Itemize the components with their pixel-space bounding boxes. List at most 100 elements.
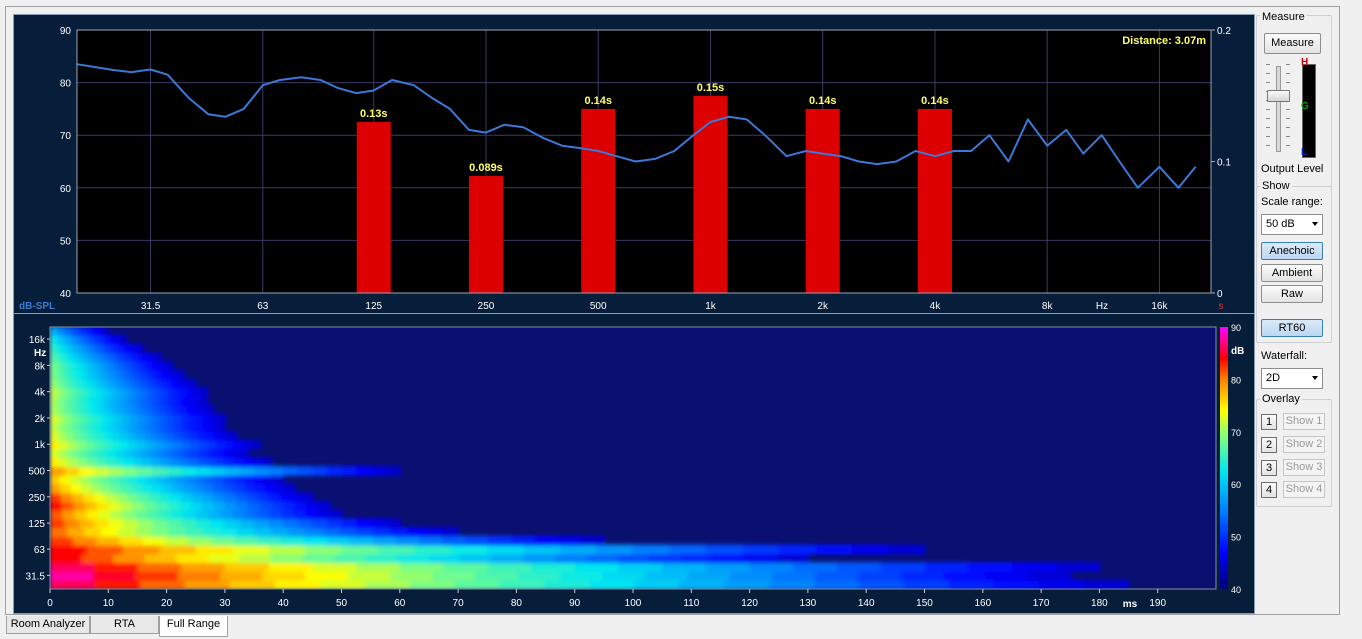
- waterfall-cell: [108, 501, 121, 511]
- waterfall-cell: [170, 492, 183, 503]
- waterfall-cell: [669, 544, 707, 555]
- waterfall-cell: [221, 431, 230, 442]
- waterfall-cell: [176, 553, 209, 564]
- waterfall-cell: [97, 405, 106, 415]
- waterfall-cell: [523, 544, 562, 555]
- waterfall-cell: [111, 405, 120, 415]
- waterfall-cell: [487, 544, 525, 555]
- waterfall-cell: [602, 570, 647, 581]
- waterfall-cell: [184, 579, 231, 589]
- overlay-group-title: Overlay: [1260, 393, 1302, 405]
- waterfall-cell: [172, 483, 184, 494]
- overlay-1-show-button[interactable]: Show 1: [1283, 413, 1325, 430]
- waterfall-cell: [213, 501, 226, 511]
- waterfall-select[interactable]: 2D: [1261, 368, 1323, 389]
- waterfall-cell: [127, 431, 137, 442]
- waterfall-value: 2D: [1266, 372, 1281, 384]
- meter-low-label: L: [1301, 147, 1308, 158]
- anechoic-button[interactable]: Anechoic: [1261, 242, 1323, 260]
- waterfall-cell: [128, 387, 137, 398]
- waterfall-cell: [199, 405, 208, 415]
- waterfall-cell: [232, 509, 246, 520]
- waterfall-cell: [171, 509, 185, 520]
- overlay-3-show-button[interactable]: Show 3: [1283, 459, 1325, 476]
- waterfall-cell: [815, 544, 853, 555]
- waterfall-cell: [256, 509, 270, 520]
- waterfall-cell: [68, 378, 76, 389]
- waterfall-cell: [50, 544, 88, 555]
- waterfall-cell: [108, 413, 117, 424]
- waterfall-cell: [268, 492, 281, 503]
- ambient-button[interactable]: Ambient: [1261, 264, 1323, 282]
- tab-rta[interactable]: RTA: [90, 616, 159, 634]
- waterfall-cell: [189, 440, 200, 450]
- waterfall-xtick-label: 20: [161, 598, 173, 609]
- waterfall-cell: [131, 483, 143, 494]
- waterfall-cell: [181, 466, 197, 476]
- rt60-bar-label: 0.14s: [921, 95, 949, 107]
- waterfall-cell: [419, 535, 444, 546]
- waterfall-xtick-label: 90: [569, 598, 581, 609]
- waterfall-cell: [122, 466, 139, 476]
- waterfall-cell: [292, 509, 307, 520]
- waterfall-cell: [135, 396, 143, 407]
- distance-label: Distance: 3.07m: [1122, 35, 1206, 47]
- waterfall-cell: [306, 501, 320, 511]
- overlay-2-button[interactable]: 2: [1261, 437, 1277, 453]
- waterfall-cell: [903, 579, 950, 589]
- waterfall-cell: [246, 492, 259, 503]
- overlay-4-button[interactable]: 4: [1261, 482, 1277, 498]
- overlay-1-button[interactable]: 1: [1261, 414, 1277, 430]
- waterfall-cell: [178, 501, 191, 511]
- measure-button[interactable]: Measure: [1264, 33, 1321, 54]
- waterfall-cell: [223, 483, 235, 494]
- waterfall-cell: [63, 405, 72, 415]
- waterfall-cell: [681, 553, 715, 564]
- waterfall-xtick-label: 170: [1033, 598, 1050, 609]
- waterfall-cell: [165, 535, 190, 546]
- waterfall-cell: [530, 562, 576, 572]
- waterfall-cell: [290, 492, 303, 503]
- waterfall-cell: [62, 378, 70, 389]
- waterfall-cell: [96, 501, 110, 511]
- waterfall-cell: [217, 422, 226, 433]
- waterfall-cell: [101, 422, 110, 433]
- waterfall-cell: [195, 413, 205, 424]
- scale-range-select[interactable]: 50 dB: [1261, 214, 1323, 235]
- waterfall-cell: [108, 518, 124, 529]
- waterfall-cell: [948, 579, 995, 589]
- waterfall-cell: [334, 553, 367, 564]
- waterfall-cell: [181, 396, 189, 407]
- waterfall-cell: [122, 518, 139, 529]
- waterfall-xtick-label: 130: [800, 598, 817, 609]
- waterfall-xtick-label: 190: [1149, 598, 1166, 609]
- waterfall-cell: [243, 457, 255, 468]
- waterfall-cell: [124, 448, 134, 459]
- overlay-2-show-button[interactable]: Show 2: [1283, 436, 1325, 453]
- overlay-4-show-button[interactable]: Show 4: [1283, 481, 1325, 498]
- waterfall-cell: [50, 483, 62, 494]
- waterfall-cell: [88, 474, 100, 485]
- waterfall-cell: [58, 440, 69, 450]
- waterfall-cell: [224, 562, 270, 572]
- waterfall-cell: [104, 492, 117, 503]
- output-level-slider[interactable]: [1266, 64, 1290, 154]
- waterfall-ylabel: Hz: [34, 348, 46, 359]
- waterfall-cell: [57, 422, 66, 433]
- waterfall-cell: [220, 509, 234, 520]
- waterfall-cell: [460, 553, 494, 564]
- waterfall-cell: [138, 405, 147, 415]
- raw-button[interactable]: Raw: [1261, 285, 1323, 303]
- waterfall-cell: [206, 457, 218, 468]
- waterfall-cell: [98, 474, 110, 485]
- tab-full-range[interactable]: Full Range: [159, 616, 228, 637]
- waterfall-cell: [586, 553, 620, 564]
- waterfall-cell: [110, 378, 118, 389]
- tab-room-analyzer[interactable]: Room Analyzer: [6, 616, 90, 634]
- waterfall-cell: [166, 466, 183, 476]
- overlay-3-button[interactable]: 3: [1261, 460, 1277, 476]
- waterfall-cell: [312, 518, 328, 529]
- slider-thumb[interactable]: [1267, 90, 1290, 102]
- waterfall-cell: [442, 535, 467, 546]
- rt60-button[interactable]: RT60: [1261, 319, 1323, 337]
